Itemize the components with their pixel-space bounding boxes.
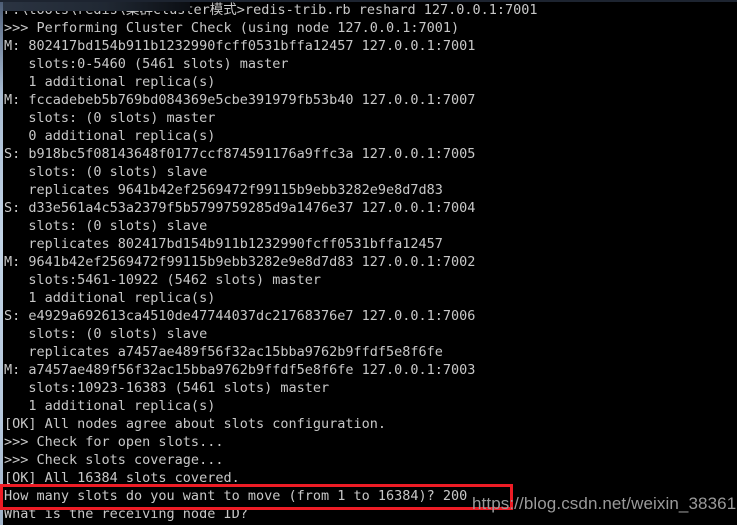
- terminal-line-slots: slots:10923-16383 (5461 slots) master: [4, 380, 330, 396]
- terminal-line-replicates: replicates 802417bd154b911b1232990fcff05…: [4, 236, 443, 252]
- terminal-line-status-ok: [OK] All nodes agree about slots configu…: [4, 416, 387, 432]
- terminal-line-replicates: replicates 9641b42ef2569472f99115b9ebb32…: [4, 182, 443, 198]
- terminal-line-node-master: M: 802417bd154b911b1232990fcff0531bffa12…: [4, 38, 476, 54]
- console-window[interactable]: F:\tools\redis\集群cluster模式>redis-trib.rb…: [0, 0, 737, 525]
- terminal-line-slots: slots: (0 slots) master: [4, 110, 216, 126]
- terminal-line: >>> Performing Cluster Check (using node…: [4, 20, 460, 36]
- terminal-line: >>> Check for open slots...: [4, 434, 224, 450]
- terminal-line-replicas: 1 additional replica(s): [4, 74, 216, 90]
- terminal-line-replicas: 1 additional replica(s): [4, 290, 216, 306]
- terminal-line-node-slave: S: d33e561a4c53a2379f5b5799759285d9a1476…: [4, 200, 476, 216]
- terminal-line-slots: slots:5461-10922 (5462 slots) master: [4, 272, 321, 288]
- window-left-border: [0, 0, 3, 525]
- terminal-line-node-master: M: 9641b42ef2569472f99115b9ebb3282e9e8d7…: [4, 254, 476, 270]
- terminal-line-node-slave: S: e4929a692613ca4510de47744037dc2176837…: [4, 308, 476, 324]
- terminal-line-slots: slots: (0 slots) slave: [4, 218, 208, 234]
- terminal-line-status-ok: [OK] All 16384 slots covered.: [4, 470, 240, 486]
- terminal-line-replicas: 0 additional replica(s): [4, 128, 216, 144]
- terminal-line-node-master: M: fccadebeb5b769bd084369e5cbe391979fb53…: [4, 92, 476, 108]
- terminal-output[interactable]: F:\tools\redis\集群cluster模式>redis-trib.rb…: [3, 0, 737, 525]
- window-top-border: [0, 0, 737, 2]
- terminal-line-slots: slots:0-5460 (5461 slots) master: [4, 56, 289, 72]
- terminal-line-node-master: M: a7457ae489f56f32ac15bba9762b9ffdf5e8f…: [4, 362, 476, 378]
- terminal-line-replicates: replicates a7457ae489f56f32ac15bba9762b9…: [4, 344, 443, 360]
- terminal-line: >>> Check slots coverage...: [4, 452, 224, 468]
- terminal-line-slots: slots: (0 slots) slave: [4, 164, 208, 180]
- terminal-line-slots: slots: (0 slots) slave: [4, 326, 208, 342]
- terminal-line-node-slave: S: b918bc5f08143648f0177ccf874591176a9ff…: [4, 146, 476, 162]
- watermark-text: https://blog.csdn.net/weixin_38361347: [472, 494, 737, 513]
- terminal-line-replicas: 1 additional replica(s): [4, 398, 216, 414]
